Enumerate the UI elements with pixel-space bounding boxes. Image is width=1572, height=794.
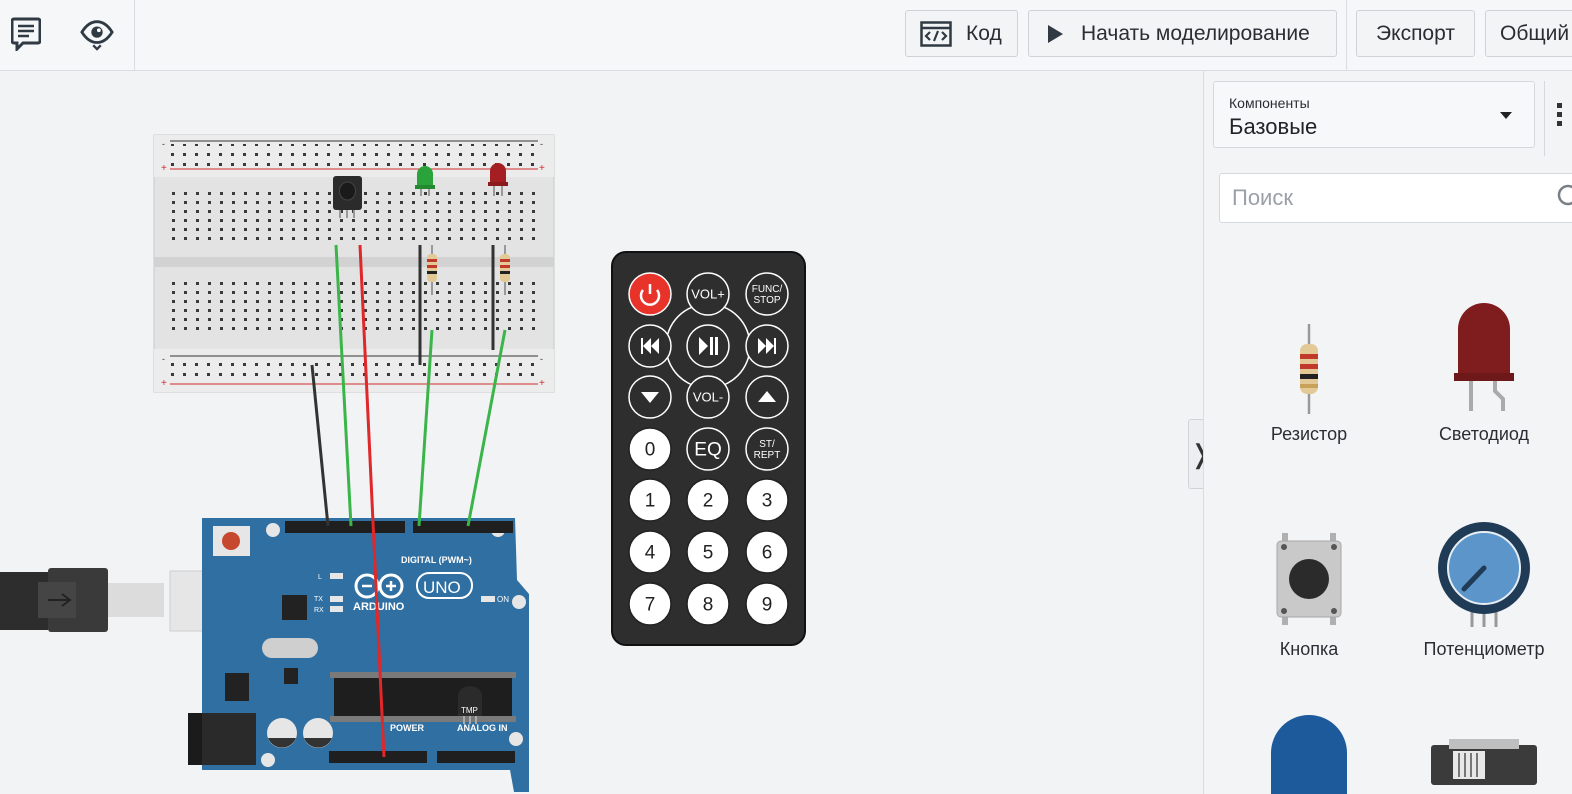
led-icon	[1394, 284, 1572, 414]
pushbutton-icon	[1219, 499, 1399, 629]
toolbar-divider	[1346, 0, 1347, 70]
components-category-select[interactable]: Компоненты Базовые	[1213, 81, 1535, 148]
start-simulation-button[interactable]: Начать моделирование	[1028, 10, 1337, 57]
remote-button[interactable]: VOL-	[686, 375, 730, 419]
remote-button-label: ST/	[759, 439, 775, 450]
search-icon[interactable]	[1554, 183, 1572, 211]
components-select-label: Компоненты	[1229, 95, 1310, 111]
components-panel: Компоненты Базовые Резистор Светодиод Кн…	[1203, 71, 1572, 794]
share-button-label: Общий	[1500, 21, 1570, 45]
remote-button-label: 8	[703, 595, 714, 616]
top-toolbar: Код Начать моделирование Экспорт Общий	[0, 0, 1572, 71]
export-button-label: Экспорт	[1376, 21, 1455, 45]
start-simulation-label: Начать моделирование	[1081, 21, 1310, 45]
components-select-value: Базовые	[1229, 114, 1318, 139]
remote-button[interactable]: 6	[745, 530, 789, 574]
remote-button[interactable]: ST/REPT	[745, 427, 789, 471]
remote-button[interactable]: 5	[686, 530, 730, 574]
list-view-toggle[interactable]	[1544, 81, 1572, 156]
remote-button-label: 9	[762, 595, 773, 616]
toolbar-left-group	[0, 0, 135, 70]
component-slide-switch[interactable]	[1394, 731, 1572, 794]
export-button[interactable]: Экспорт	[1356, 10, 1475, 57]
lightbulb-icon	[1219, 711, 1399, 794]
component-pushbutton[interactable]: Кнопка	[1219, 499, 1399, 660]
remote-button-label: REPT	[754, 450, 781, 461]
circuit-canvas[interactable]: - + - + - + - + ARDUINO UNO DIGITAL (PWM…	[0, 71, 1203, 794]
remote-button-label: 6	[762, 543, 773, 564]
resistor-icon	[1219, 284, 1399, 414]
share-button[interactable]: Общий	[1485, 10, 1572, 57]
potentiometer-icon	[1394, 499, 1572, 629]
list-icon	[1557, 103, 1562, 126]
remote-button-label: 0	[645, 440, 656, 461]
component-lightbulb[interactable]	[1219, 711, 1399, 794]
remote-button-label: 5	[703, 543, 714, 564]
remote-button-label: 3	[762, 491, 773, 512]
slide-switch-icon	[1394, 731, 1572, 794]
remote-button-label: VOL-	[693, 390, 723, 405]
remote-button-label: VOL+	[691, 287, 725, 302]
remote-button[interactable]: FUNC/STOP	[745, 272, 789, 316]
component-name-pushbutton: Кнопка	[1279, 639, 1339, 659]
component-name-potentiometer: Потенциометр	[1423, 639, 1545, 659]
code-button[interactable]: Код	[905, 10, 1018, 57]
remote-button-label: STOP	[753, 295, 780, 306]
remote-button[interactable]: 4	[628, 530, 672, 574]
remote-button-label: 1	[645, 491, 656, 512]
remote-button-label: 2	[703, 491, 714, 512]
component-resistor[interactable]: Резистор	[1219, 284, 1399, 445]
remote-button-label: 7	[645, 595, 656, 616]
remote-button[interactable]: 8	[686, 582, 730, 626]
remote-button-label: 4	[645, 543, 656, 564]
chevron-down-icon	[1500, 112, 1512, 119]
code-icon	[920, 20, 952, 47]
component-led[interactable]: Светодиод	[1394, 284, 1572, 445]
notes-icon[interactable]	[9, 14, 43, 54]
remote-button[interactable]: 0	[628, 427, 672, 471]
component-search-input[interactable]	[1219, 173, 1572, 223]
remote-button[interactable]: 3	[745, 478, 789, 522]
remote-labels: VOL+ FUNC/STOP VOL- 0 EQ ST/REPT 1 2 3 4 5 6 7 8 9	[628, 272, 789, 626]
remote-button[interactable]: 7	[628, 582, 672, 626]
component-name-resistor: Резистор	[1270, 424, 1348, 444]
component-potentiometer[interactable]: Потенциометр	[1394, 499, 1572, 660]
eye-icon[interactable]	[80, 14, 114, 54]
remote-button[interactable]: 2	[686, 478, 730, 522]
play-icon	[1043, 22, 1067, 46]
remote-button[interactable]: 1	[628, 478, 672, 522]
remote-button[interactable]: VOL+	[686, 272, 730, 316]
code-button-label: Код	[966, 21, 1002, 45]
remote-button-label: FUNC/	[752, 284, 783, 295]
component-name-led: Светодиод	[1438, 424, 1530, 444]
remote-button[interactable]: 9	[745, 582, 789, 626]
remote-button-label: EQ	[694, 440, 721, 461]
remote-button[interactable]: EQ	[686, 427, 730, 471]
